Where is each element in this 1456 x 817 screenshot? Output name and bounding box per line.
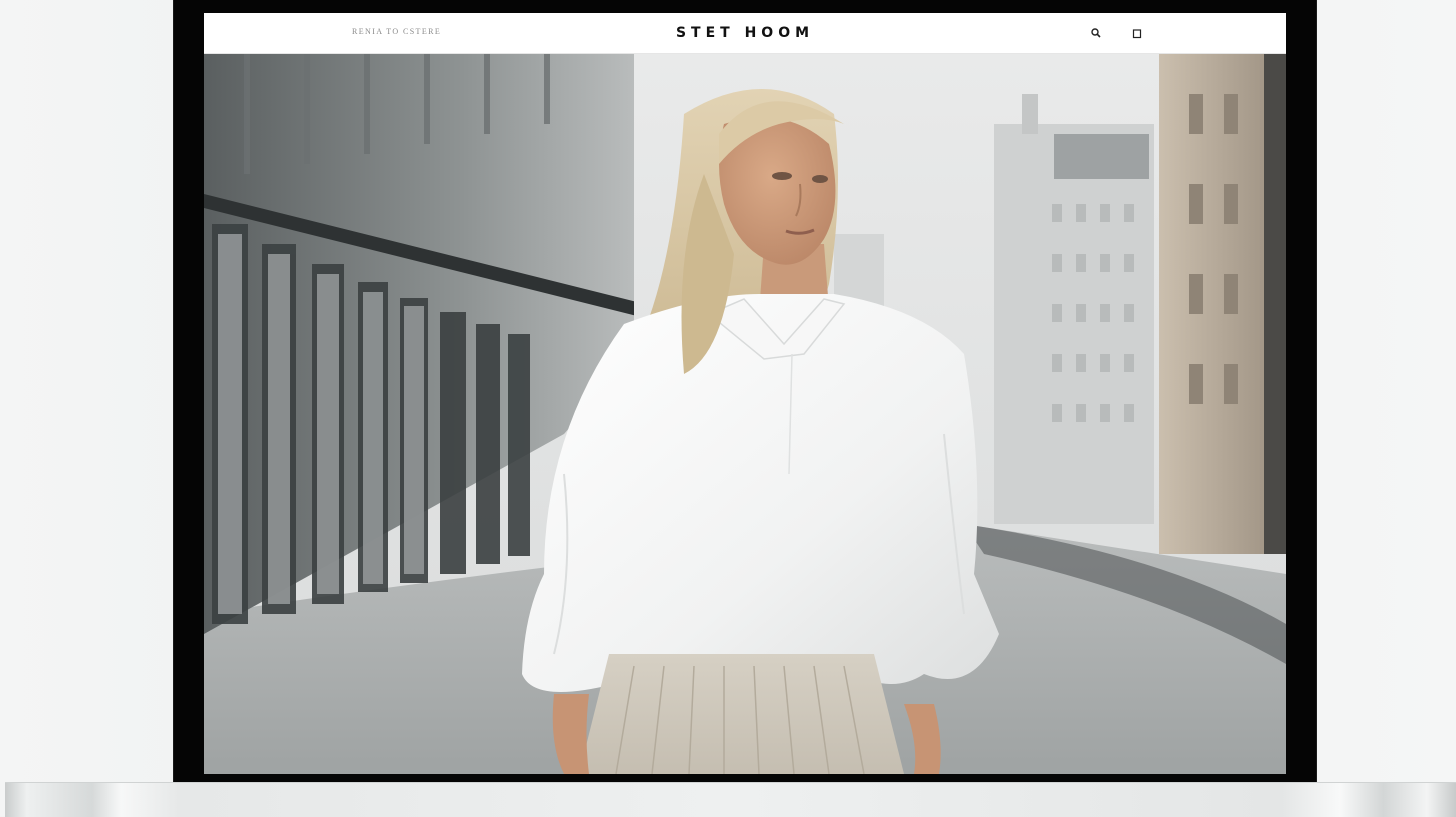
search-icon[interactable] <box>1090 27 1102 39</box>
monitor-stand <box>5 782 1456 817</box>
website-screen: RENIA TO CSTERE STET HOOM <box>204 13 1286 774</box>
site-logo[interactable]: STET HOOM <box>204 25 1286 41</box>
hero-image <box>204 54 1286 774</box>
bag-icon[interactable] <box>1131 27 1143 39</box>
monitor-bezel: RENIA TO CSTERE STET HOOM <box>174 0 1316 782</box>
site-header: RENIA TO CSTERE STET HOOM <box>204 13 1286 54</box>
